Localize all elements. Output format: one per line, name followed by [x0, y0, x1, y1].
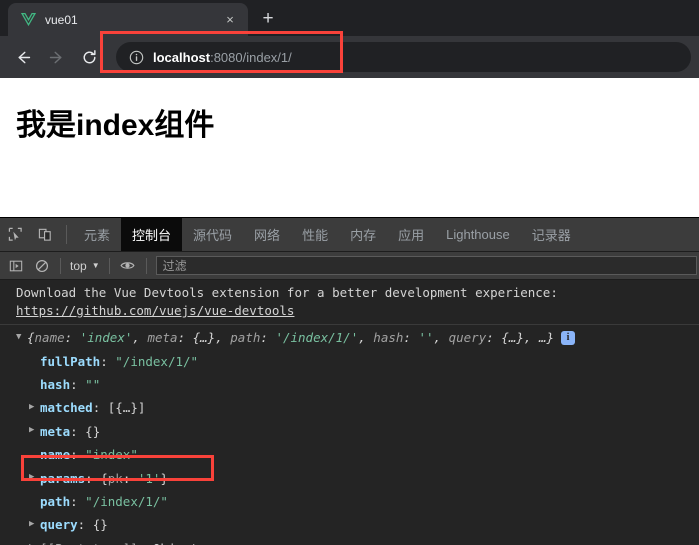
property-name: name	[40, 447, 71, 463]
console-object-tree: ▼ {name: 'index', meta: {…}, path: '/ind…	[0, 325, 699, 545]
property-row-query[interactable]: ▶ query: {}	[0, 513, 699, 536]
property-name: matched	[40, 400, 93, 416]
tab-performance[interactable]: 性能	[291, 218, 339, 251]
url-host: localhost	[153, 49, 211, 65]
property-row-meta[interactable]: ▶ meta: {}	[0, 420, 699, 443]
property-name: meta	[40, 423, 71, 439]
console-divider-2	[108, 257, 110, 274]
vue-devtools-link[interactable]: https://github.com/vuejs/vue-devtools	[16, 303, 294, 318]
property-row-fullPath[interactable]: ▶ fullPath: "/index/1/"	[0, 350, 699, 373]
tab-lighthouse[interactable]: Lighthouse	[435, 218, 521, 251]
inspect-element-icon[interactable]	[0, 218, 30, 251]
property-value: Object	[153, 539, 198, 545]
property-value: {}	[85, 423, 101, 439]
tab-application[interactable]: 应用	[387, 218, 435, 251]
property-value: "index"	[85, 447, 138, 463]
tab-strip: vue01 × +	[0, 0, 699, 36]
tab-console[interactable]: 控制台	[121, 218, 183, 251]
object-preview-text: {name: 'index', meta: {…}, path: '/index…	[27, 330, 554, 346]
property-row-path[interactable]: ▶ path: "/index/1/"	[0, 490, 699, 513]
page-title: 我是index组件	[16, 109, 215, 142]
property-row-params[interactable]: ▶ params: {pk: '1'}	[0, 467, 699, 490]
browser-window: vue01 × + localhost:8080/index/1/ 我是inde…	[0, 0, 699, 545]
forward-button[interactable]	[41, 42, 71, 72]
no-arrow-icon: ▶	[29, 354, 40, 368]
page-viewport: 我是index组件	[0, 78, 699, 217]
property-name: hash	[40, 377, 71, 392]
tab-recorder[interactable]: 记录器	[521, 218, 582, 251]
tab-sources[interactable]: 源代码	[182, 218, 243, 251]
clear-console-icon[interactable]	[29, 255, 55, 277]
devtools-panel: 元素 控制台 源代码 网络 性能 内存 应用 Lighthouse 记录器 to…	[0, 217, 699, 545]
expand-arrow-icon[interactable]: ▼	[16, 331, 27, 345]
property-row-name[interactable]: ▶ name: "index"	[0, 443, 699, 466]
tab-memory[interactable]: 内存	[339, 218, 387, 251]
tab-elements[interactable]: 元素	[73, 218, 121, 251]
chevron-down-icon: ▼	[91, 261, 100, 270]
expand-arrow-icon[interactable]: ▶	[29, 541, 40, 545]
console-divider-3	[145, 257, 147, 274]
property-name: query	[40, 517, 78, 533]
tab-network[interactable]: 网络	[243, 218, 291, 251]
expand-arrow-icon[interactable]: ▶	[29, 424, 40, 438]
property-value: [{…}]	[107, 400, 146, 416]
property-value: {}	[92, 517, 108, 533]
property-name: fullPath	[40, 353, 101, 369]
url-text: localhost:8080/index/1/	[153, 50, 292, 65]
no-arrow-icon: ▶	[29, 495, 40, 509]
expand-arrow-icon[interactable]: ▶	[29, 518, 40, 532]
address-bar[interactable]: localhost:8080/index/1/	[116, 42, 691, 72]
back-button[interactable]	[8, 42, 38, 72]
console-context-value: top	[70, 258, 87, 273]
property-row-hash[interactable]: ▶ hash: ""	[0, 373, 699, 396]
console-divider-1	[60, 257, 61, 274]
close-icon[interactable]: ×	[222, 12, 238, 28]
browser-toolbar: localhost:8080/index/1/	[0, 36, 699, 78]
device-toolbar-icon[interactable]	[30, 218, 60, 251]
toolbar-divider	[66, 225, 67, 244]
info-circle-icon[interactable]	[128, 49, 144, 65]
console-filter-input[interactable]: 过滤	[155, 256, 697, 275]
no-arrow-icon: ▶	[29, 448, 40, 462]
live-expression-icon[interactable]	[115, 255, 141, 277]
console-output: Download the Vue Devtools extension for …	[0, 280, 699, 545]
info-badge-icon[interactable]: i	[561, 330, 575, 345]
object-preview-row[interactable]: ▼ {name: 'index', meta: {…}, path: '/ind…	[0, 326, 699, 349]
property-row-matched[interactable]: ▶ matched: [{…}]	[0, 396, 699, 419]
expand-arrow-icon[interactable]: ▶	[29, 401, 40, 415]
console-message-vue-devtools: Download the Vue Devtools extension for …	[0, 280, 699, 324]
expand-arrow-icon[interactable]: ▶	[29, 471, 40, 485]
console-toolbar: top ▼ 过滤	[0, 252, 699, 280]
property-name: [[Prototype]]	[40, 539, 138, 545]
property-name: params	[40, 470, 86, 486]
filter-placeholder: 过滤	[162, 259, 187, 273]
omnibox-container: localhost:8080/index/1/	[116, 42, 691, 72]
console-sidebar-icon[interactable]	[3, 255, 29, 277]
property-row-prototype[interactable]: ▶ [[Prototype]]: Object	[0, 537, 699, 545]
console-context-selector[interactable]: top ▼	[66, 259, 104, 273]
property-value: "/index/1/"	[85, 493, 168, 509]
property-name: path	[40, 493, 71, 509]
property-value: ""	[85, 377, 101, 392]
url-path: :8080/index/1/	[210, 49, 292, 65]
devtools-tabbar: 元素 控制台 源代码 网络 性能 内存 应用 Lighthouse 记录器	[0, 218, 699, 252]
property-value: "/index/1/"	[115, 353, 199, 369]
reload-button[interactable]	[74, 42, 104, 72]
browser-tab-vue01[interactable]: vue01 ×	[8, 3, 248, 36]
vue-devtools-text: Download the Vue Devtools extension for …	[16, 285, 558, 300]
vue-logo-icon	[20, 12, 36, 28]
tab-title: vue01	[45, 12, 78, 27]
no-arrow-icon: ▶	[29, 378, 40, 392]
new-tab-button[interactable]: +	[254, 5, 282, 33]
